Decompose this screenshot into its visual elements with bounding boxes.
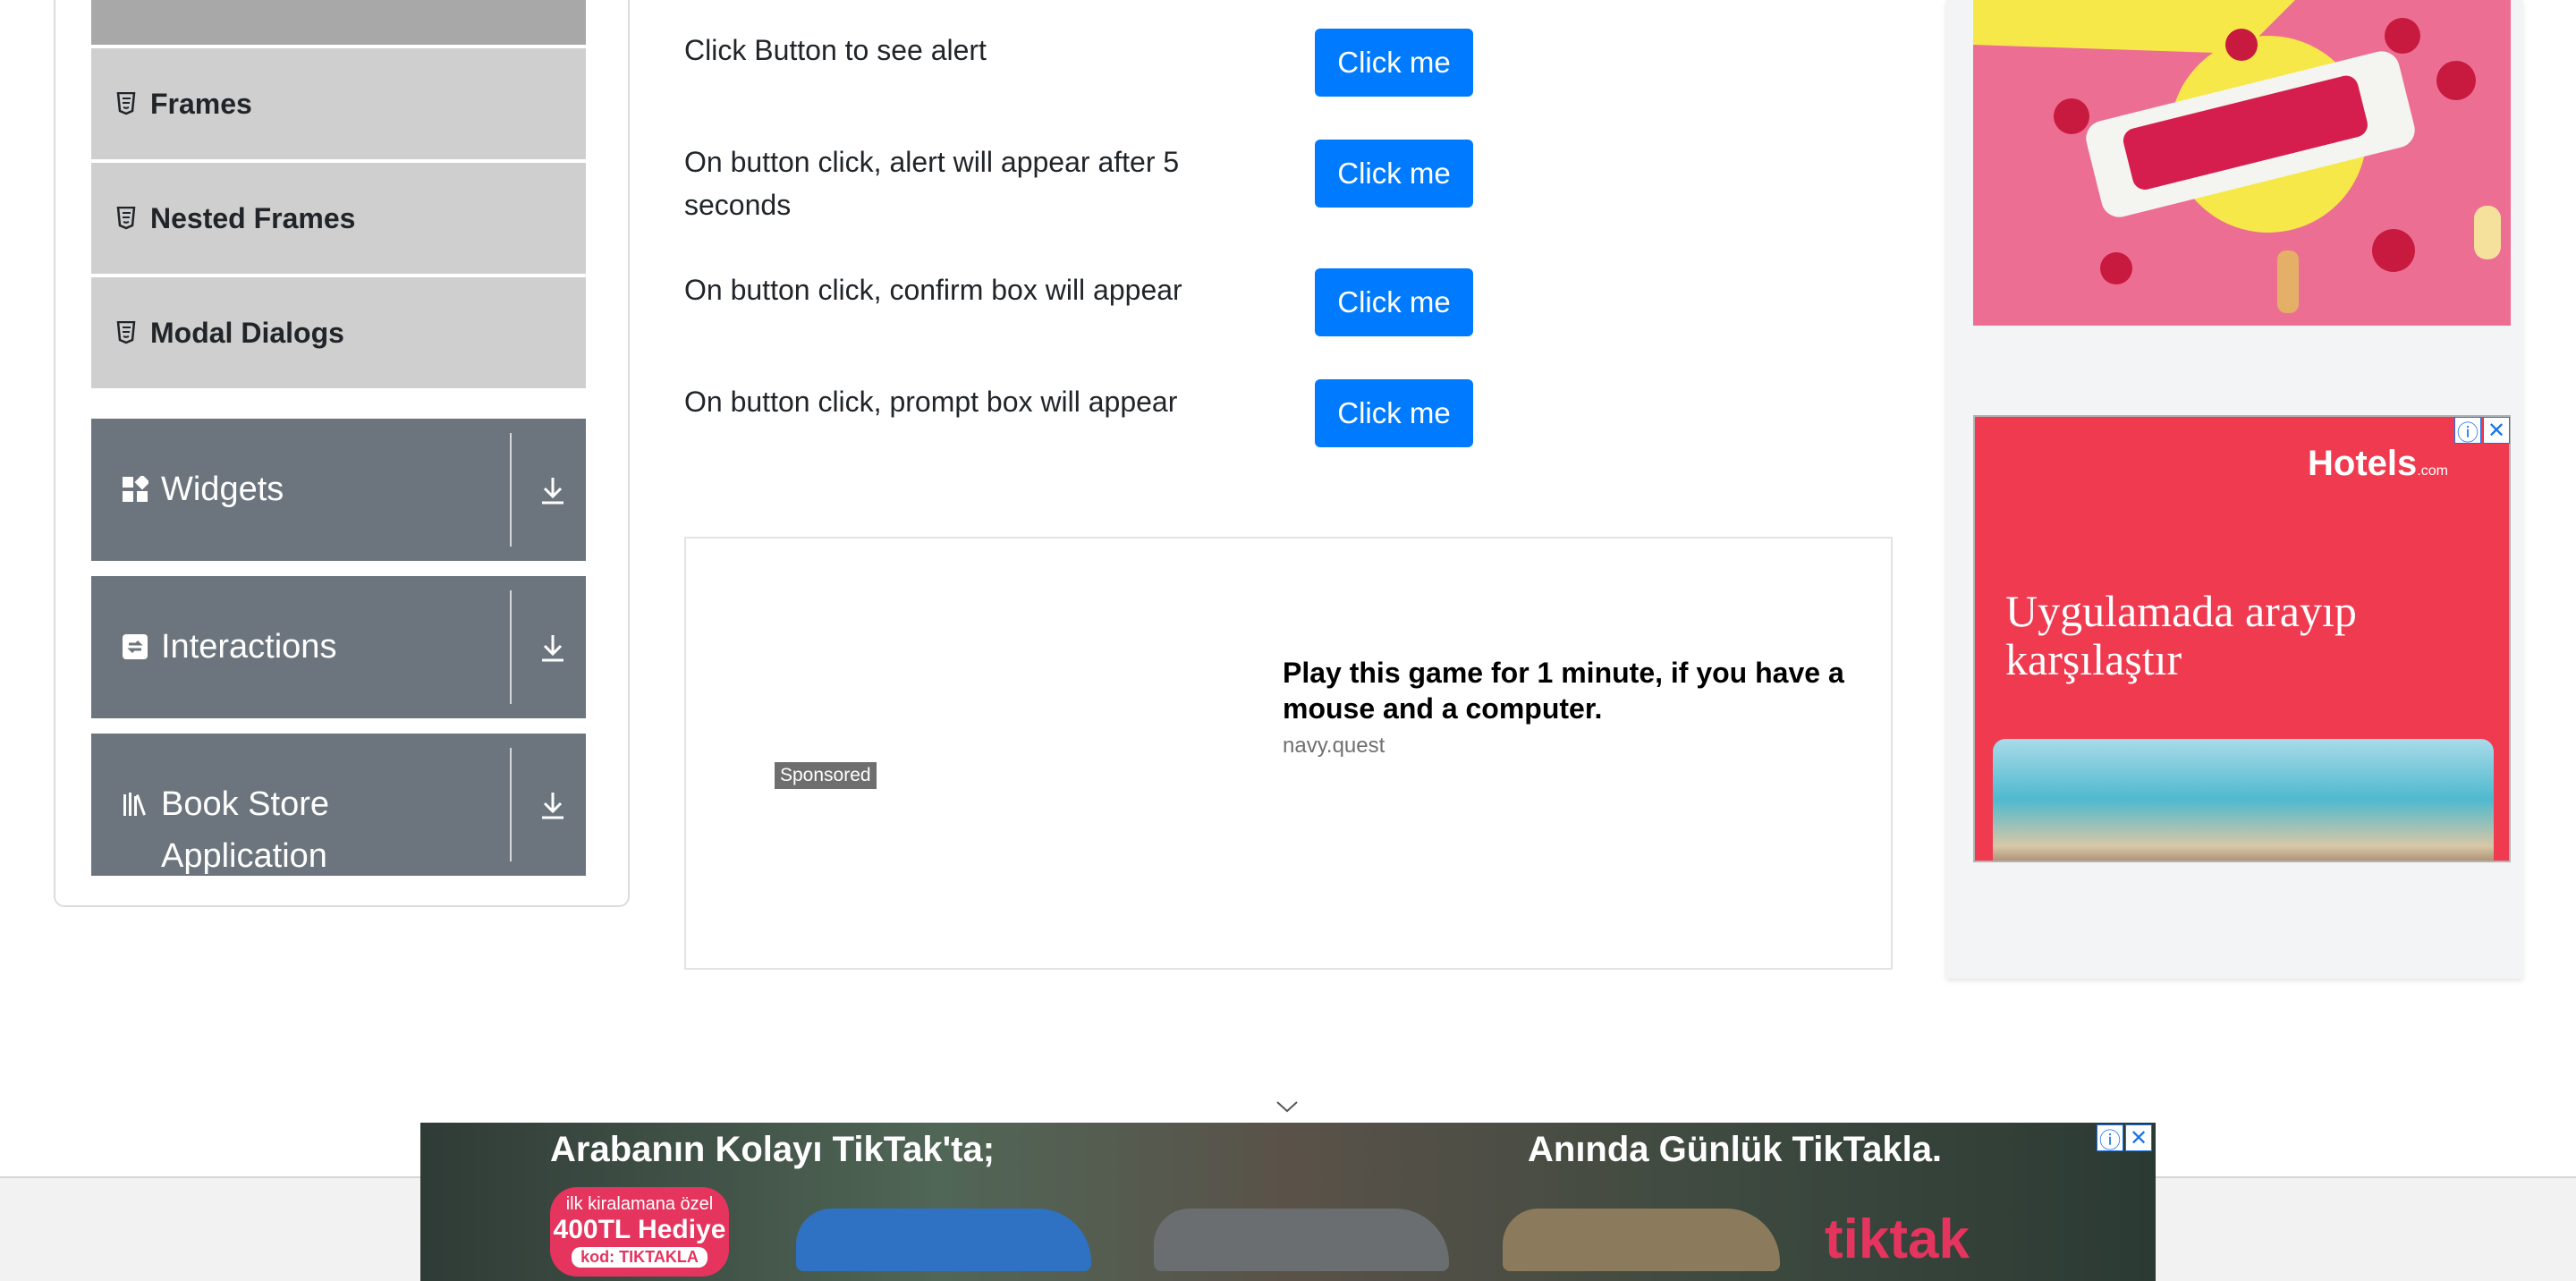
tiktak-ad-banner[interactable]: Arabanın Kolayı TikTak'ta; Anında Günlük… <box>420 1123 2156 1281</box>
ikram-ad-banner[interactable] <box>1973 0 2511 326</box>
html5-icon <box>116 92 136 115</box>
download-icon[interactable] <box>535 787 571 823</box>
group-interactions[interactable]: Interactions <box>91 576 586 718</box>
promo-badge: ilk kiralamana özel 400TL Hediye kod: TI… <box>550 1187 729 1277</box>
timer-alert-row-text: On button click, alert will appear after… <box>684 146 1180 221</box>
download-icon[interactable] <box>535 472 571 508</box>
prompt-row-text: On button click, prompt box will appear <box>684 386 1178 418</box>
group-widgets[interactable]: Widgets <box>91 419 586 561</box>
group-label: Interactions <box>161 628 337 666</box>
hotels-ad-headline: Uygulamada arayıp karşılaştır <box>2005 586 2357 684</box>
confirm-button[interactable]: Click me <box>1315 268 1473 336</box>
ad-close-icon[interactable]: ✕ <box>2483 417 2510 444</box>
ad-info-icon[interactable]: ⓘ <box>2097 1124 2123 1153</box>
ad-close-icon[interactable]: ✕ <box>2125 1124 2152 1151</box>
car-image <box>796 1209 1091 1271</box>
sidebar-item-frames[interactable]: Frames <box>91 48 586 159</box>
interactions-icon <box>123 634 148 659</box>
sidebar-item-label: Frames <box>150 87 252 120</box>
car-image <box>1154 1209 1449 1271</box>
alert-button[interactable]: Click me <box>1315 29 1473 97</box>
timer-alert-button[interactable]: Click me <box>1315 140 1473 208</box>
download-icon[interactable] <box>535 630 571 666</box>
ad-domain[interactable]: navy.quest <box>1283 734 1385 759</box>
group-book-store[interactable]: Book Store Application <box>91 734 586 876</box>
ad-left-text: Arabanın Kolayı TikTak'ta; <box>550 1130 996 1169</box>
hotels-brand: Hotels.com <box>2308 444 2448 483</box>
prompt-button[interactable]: Click me <box>1315 379 1473 447</box>
ad-info-icon[interactable]: ⓘ <box>2454 417 2481 445</box>
sponsored-badge: Sponsored <box>775 762 877 789</box>
ad-headline[interactable]: Play this game for 1 minute, if you have… <box>1283 655 1891 726</box>
sidebar-item-collapsed-top[interactable] <box>91 0 586 45</box>
divider <box>510 590 512 704</box>
beach-image <box>1993 739 2494 861</box>
group-label: Widgets <box>161 471 284 508</box>
chevron-down-icon[interactable] <box>1275 1095 1299 1118</box>
ad-right-text: Anında Günlük TikTakla. <box>1528 1130 1943 1169</box>
sidebar-item-label: Modal Dialogs <box>150 316 344 349</box>
sidebar-item-modal-dialogs[interactable]: Modal Dialogs <box>91 277 586 388</box>
tiktak-logo: tiktak <box>1825 1209 1970 1270</box>
hotels-ad-banner[interactable]: Hotels.com Uygulamada arayıp karşılaştır <box>1973 415 2511 862</box>
car-image <box>1503 1209 1780 1271</box>
confirm-row-text: On button click, confirm box will appear <box>684 274 1182 306</box>
widgets-icon <box>123 476 148 502</box>
biscuit-ad-image <box>1973 0 2511 326</box>
bookstore-icon <box>123 793 146 816</box>
html5-icon <box>116 321 136 344</box>
sidebar-item-label: Nested Frames <box>150 201 356 234</box>
html5-icon <box>116 207 136 230</box>
divider <box>510 748 512 861</box>
divider <box>510 433 512 547</box>
sidebar-item-nested-frames[interactable]: Nested Frames <box>91 163 586 274</box>
group-label: Book Store Application <box>161 785 329 875</box>
alert-row-text: Click Button to see alert <box>684 34 987 66</box>
